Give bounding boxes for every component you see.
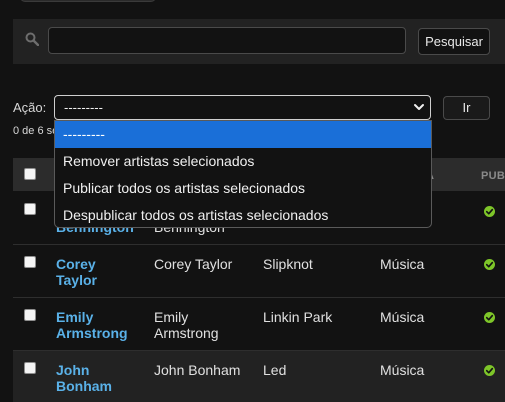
artist-name-link[interactable]: John Bonham [56, 362, 112, 394]
action-dropdown-list: --------- Remover artistas selecionados … [54, 120, 432, 228]
action-option-publish[interactable]: Publicar todos os artistas selecionados [55, 175, 431, 202]
go-button[interactable]: Ir [443, 96, 490, 120]
artist-full-name: Emily Armstrong [154, 309, 219, 341]
row-checkbox[interactable] [24, 203, 36, 215]
top-partial-control [20, 0, 156, 2]
select-all-checkbox[interactable] [24, 168, 36, 180]
search-button[interactable]: Pesquisar [418, 28, 490, 55]
artist-name-link[interactable]: Corey Taylor [56, 256, 97, 288]
artist-full-name: John Bonham [154, 362, 241, 378]
row-checkbox[interactable] [24, 362, 36, 374]
action-option-empty[interactable]: --------- [55, 121, 431, 148]
column-header-published[interactable]: PUB [481, 170, 505, 182]
action-option-unpublish[interactable]: Despublicar todos os artistas selecionad… [55, 202, 431, 229]
action-label: Ação: [13, 100, 47, 115]
published-check-icon [484, 365, 495, 376]
action-option-remove[interactable]: Remover artistas selecionados [55, 148, 431, 175]
artist-genre: Música [380, 256, 425, 272]
published-check-icon [484, 206, 495, 217]
search-input[interactable] [48, 27, 406, 54]
action-select-value: --------- [64, 100, 103, 115]
selection-counter: 0 de 6 se [13, 125, 59, 137]
chevron-down-icon [414, 104, 424, 110]
row-checkbox[interactable] [24, 256, 36, 268]
published-check-icon [484, 312, 495, 323]
row-checkbox[interactable] [24, 309, 36, 321]
artist-name-link[interactable]: Emily Armstrong [56, 309, 128, 341]
search-icon [25, 32, 39, 46]
published-check-icon [484, 259, 495, 270]
action-select[interactable]: --------- [54, 95, 431, 120]
artist-band: Led [263, 362, 287, 378]
artist-genre: Música [380, 309, 425, 325]
artist-genre: Música [380, 362, 425, 378]
artist-full-name: Corey Taylor [154, 256, 233, 272]
artist-band: Linkin Park [263, 309, 333, 325]
artist-band: Slipknot [263, 256, 313, 272]
